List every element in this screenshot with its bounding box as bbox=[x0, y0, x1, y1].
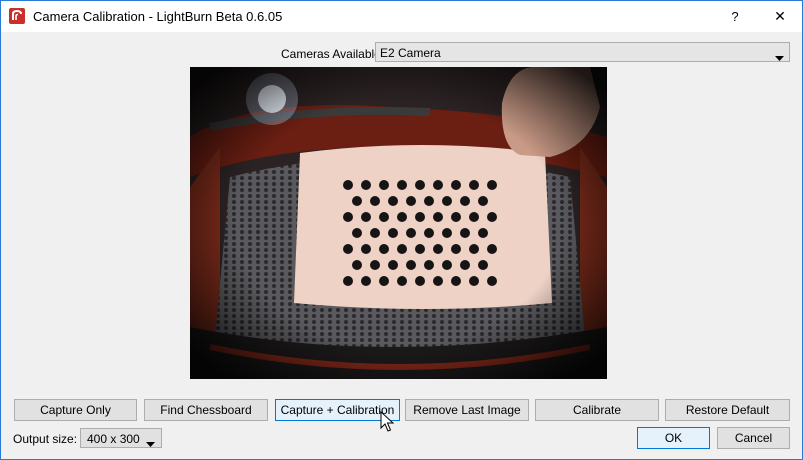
capture-only-button[interactable]: Capture Only bbox=[14, 399, 137, 421]
output-size-value: 400 x 300 bbox=[87, 432, 140, 446]
cameras-available-select[interactable]: E2 Camera bbox=[375, 42, 790, 62]
find-chessboard-button[interactable]: Find Chessboard bbox=[144, 399, 268, 421]
remove-last-image-button[interactable]: Remove Last Image bbox=[405, 399, 529, 421]
close-button[interactable]: ✕ bbox=[758, 1, 802, 32]
restore-default-button[interactable]: Restore Default bbox=[665, 399, 790, 421]
mouse-cursor-icon bbox=[380, 410, 395, 433]
lightburn-logo-icon bbox=[9, 8, 25, 24]
cameras-selected-value: E2 Camera bbox=[380, 46, 441, 60]
title-bar: Camera Calibration - LightBurn Beta 0.6.… bbox=[1, 1, 802, 32]
chevron-down-icon bbox=[146, 436, 155, 450]
cameras-available-label: Cameras Available: bbox=[281, 47, 385, 61]
ok-button[interactable]: OK bbox=[637, 427, 710, 449]
camera-preview-image bbox=[190, 67, 607, 379]
calibrate-button[interactable]: Calibrate bbox=[535, 399, 659, 421]
cancel-button[interactable]: Cancel bbox=[717, 427, 790, 449]
chevron-down-icon bbox=[775, 50, 784, 64]
window-title: Camera Calibration - LightBurn Beta 0.6.… bbox=[33, 9, 283, 24]
output-size-select[interactable]: 400 x 300 bbox=[80, 428, 162, 448]
camera-calibration-dialog: Camera Calibration - LightBurn Beta 0.6.… bbox=[0, 0, 803, 460]
output-size-label: Output size: bbox=[13, 432, 78, 446]
help-button[interactable]: ? bbox=[713, 1, 757, 32]
